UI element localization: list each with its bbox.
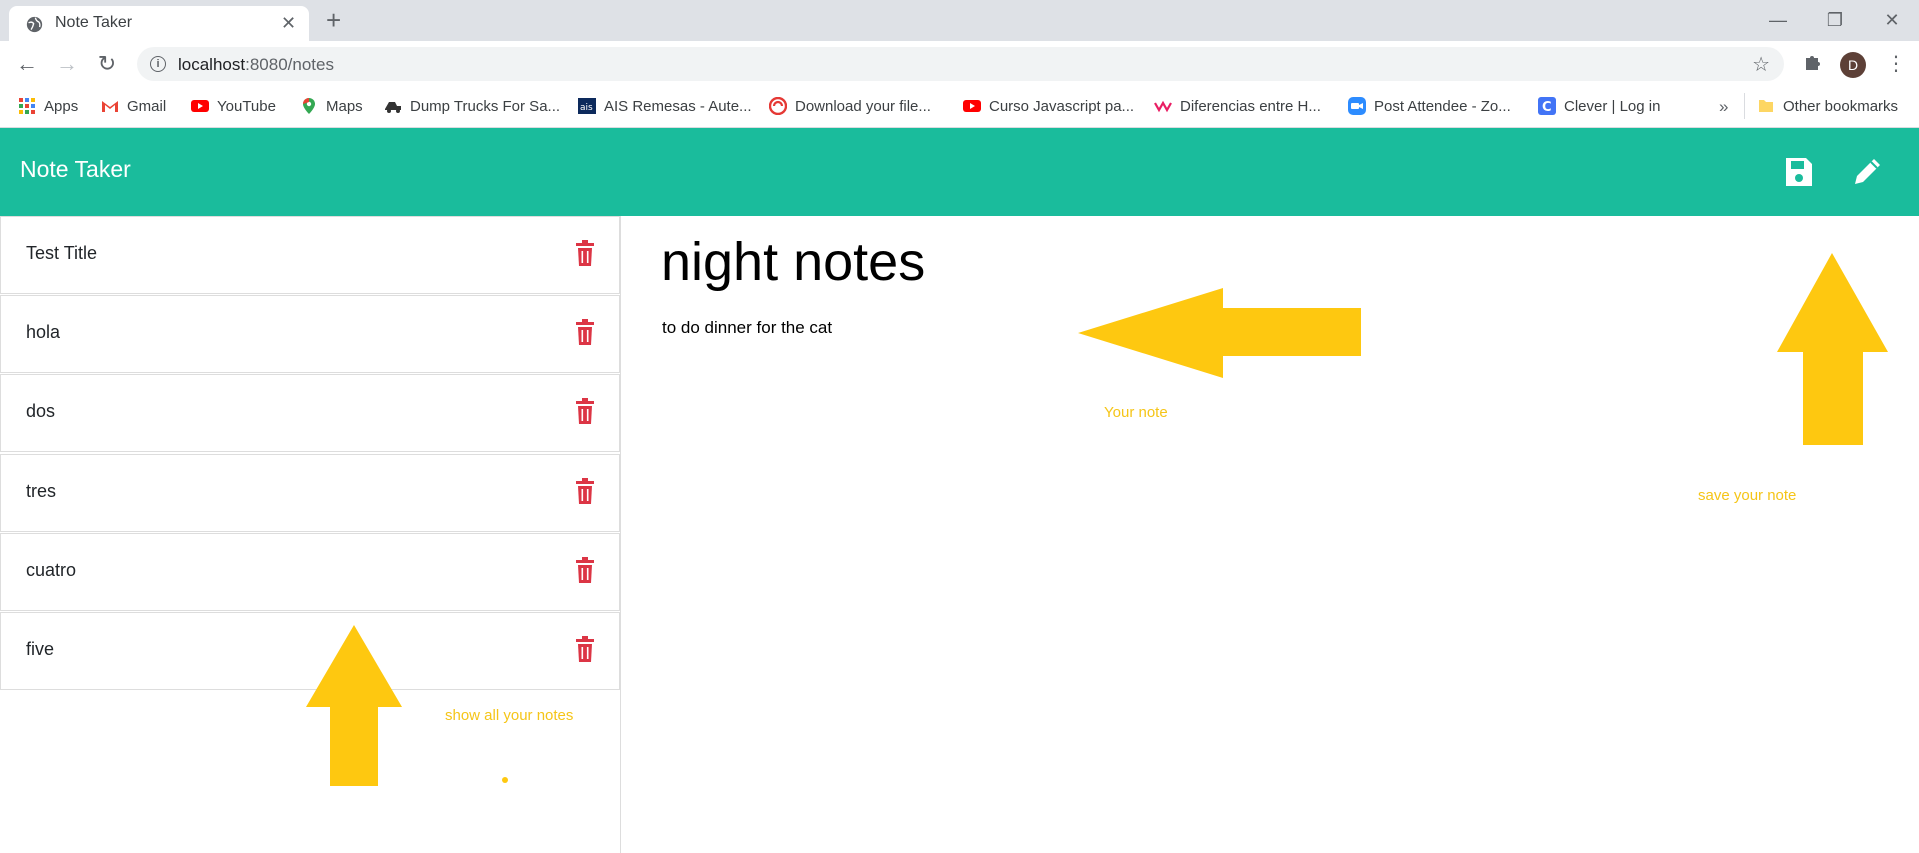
ais-icon: ais	[578, 98, 596, 114]
note-list-title: Test Title	[26, 243, 98, 263]
bookmark-star-icon[interactable]: ☆	[1752, 52, 1770, 77]
bookmark-label: Post Attendee - Zo...	[1374, 98, 1511, 115]
trash-icon[interactable]	[575, 636, 595, 662]
trash-icon[interactable]	[575, 240, 595, 266]
bookmark-label: AIS Remesas - Aute...	[604, 98, 752, 115]
bookmark-gmail[interactable]: Gmail	[101, 96, 166, 118]
minimize-button[interactable]: —	[1758, 6, 1798, 34]
bookmark-label: Clever | Log in	[1564, 98, 1661, 115]
note-title-input[interactable]: night notes	[661, 231, 925, 293]
restore-button[interactable]: ❐	[1815, 6, 1855, 34]
app-brand[interactable]: Note Taker	[20, 156, 131, 183]
note-list-item[interactable]: hola	[0, 295, 620, 373]
pencil-icon[interactable]	[1847, 152, 1887, 192]
bookmark-label: Gmail	[127, 98, 167, 115]
note-list-title: hola	[26, 322, 61, 342]
url-text: localhost:8080/notes	[178, 55, 334, 75]
clever-icon: C	[1538, 97, 1556, 115]
globe-icon	[26, 16, 43, 33]
url-path: :8080/notes	[245, 55, 334, 74]
trash-icon[interactable]	[575, 478, 595, 504]
bookmark-label: Apps	[44, 98, 79, 115]
bookmark-maps[interactable]: Maps	[300, 96, 363, 118]
tab-close-icon[interactable]: ✕	[281, 13, 296, 34]
truck-icon	[385, 102, 401, 113]
trash-icon[interactable]	[575, 319, 595, 345]
bookmark-label: Dump Trucks For Sa...	[410, 98, 561, 115]
svg-text:C: C	[1542, 100, 1552, 115]
bookmark-ais-remesas[interactable]: ais AIS Remesas - Aute...	[578, 96, 752, 118]
back-button[interactable]: ←	[12, 49, 42, 79]
site-info-icon[interactable]: i	[150, 56, 166, 72]
bookmark-curso-javascript[interactable]: Curso Javascript pa...	[963, 96, 1134, 118]
url-host: localhost	[178, 55, 246, 74]
note-textarea[interactable]: to do dinner for the cat	[662, 318, 832, 338]
gmail-icon	[102, 101, 118, 112]
wave-icon	[1154, 100, 1172, 113]
bookmark-dump-trucks[interactable]: Dump Trucks For Sa...	[384, 96, 560, 118]
bookmark-post-attendee[interactable]: Post Attendee - Zo...	[1348, 96, 1511, 118]
your-note-label: Your note	[1104, 404, 1168, 421]
maps-icon	[303, 98, 315, 114]
bookmarks-divider	[1744, 93, 1745, 119]
close-window-button[interactable]: ✕	[1872, 6, 1912, 34]
profile-avatar[interactable]: D	[1840, 52, 1866, 78]
arrow-up-save-annotation	[1777, 253, 1888, 445]
browser-tab-strip: Note Taker ✕ + — ❐ ✕	[0, 0, 1919, 41]
svg-text:ais: ais	[580, 103, 593, 113]
app-navbar: Note Taker	[0, 128, 1919, 216]
extensions-puzzle-icon[interactable]	[1802, 52, 1822, 72]
apps-grid-icon	[19, 98, 35, 114]
show-all-notes-label: show all your notes	[445, 707, 574, 724]
bookmark-download-file[interactable]: Download your file...	[769, 96, 931, 118]
bookmark-youtube[interactable]: YouTube	[191, 96, 276, 118]
annotation-dot	[502, 777, 508, 783]
bookmark-label: Diferencias entre H...	[1180, 98, 1321, 115]
save-icon[interactable]	[1778, 152, 1818, 192]
note-list-item[interactable]: cuatro	[0, 533, 620, 611]
other-bookmarks[interactable]: Other bookmarks	[1757, 96, 1898, 118]
bookmark-diferencias[interactable]: Diferencias entre H...	[1154, 96, 1321, 118]
bookmarks-overflow-button[interactable]: »	[1719, 96, 1728, 118]
note-list-item[interactable]: Test Title	[0, 216, 620, 294]
bookmark-apps[interactable]: Apps	[18, 96, 78, 118]
download-icon	[769, 97, 787, 115]
bookmarks-bar: Apps Gmail YouTube Maps Dump Trucks For …	[0, 87, 1919, 128]
trash-icon[interactable]	[575, 557, 595, 583]
bookmark-label: Maps	[326, 98, 363, 115]
new-tab-button[interactable]: +	[326, 6, 341, 34]
folder-icon	[1759, 100, 1773, 112]
note-list-title: five	[26, 639, 55, 659]
trash-icon[interactable]	[575, 398, 595, 424]
browser-menu-icon[interactable]: ⋮	[1886, 51, 1906, 76]
arrow-up-notes-annotation	[306, 625, 402, 786]
bookmark-clever[interactable]: C Clever | Log in	[1538, 96, 1660, 118]
forward-button[interactable]: →	[52, 49, 82, 79]
note-list-item[interactable]: dos	[0, 374, 620, 452]
zoom-icon	[1348, 97, 1366, 115]
bookmark-label: YouTube	[217, 98, 276, 115]
bookmark-label: Download your file...	[795, 98, 931, 115]
bookmark-label: Curso Javascript pa...	[989, 98, 1135, 115]
save-your-note-label: save your note	[1698, 487, 1797, 504]
browser-tab[interactable]: Note Taker ✕	[9, 6, 309, 41]
browser-toolbar: ← → ↻ i localhost:8080/notes ☆ D ⋮	[0, 41, 1919, 87]
youtube-icon	[963, 100, 981, 112]
note-list-title: tres	[26, 481, 57, 501]
tab-title: Note Taker	[55, 14, 133, 31]
note-list-title: cuatro	[26, 560, 77, 580]
other-bookmarks-label: Other bookmarks	[1783, 98, 1899, 115]
reload-button[interactable]: ↻	[92, 49, 122, 79]
note-list-item[interactable]: tres	[0, 454, 620, 532]
note-list-title: dos	[26, 401, 56, 421]
address-bar[interactable]: i localhost:8080/notes ☆	[137, 47, 1784, 81]
arrow-left-annotation	[1078, 288, 1361, 378]
youtube-icon	[191, 100, 209, 112]
